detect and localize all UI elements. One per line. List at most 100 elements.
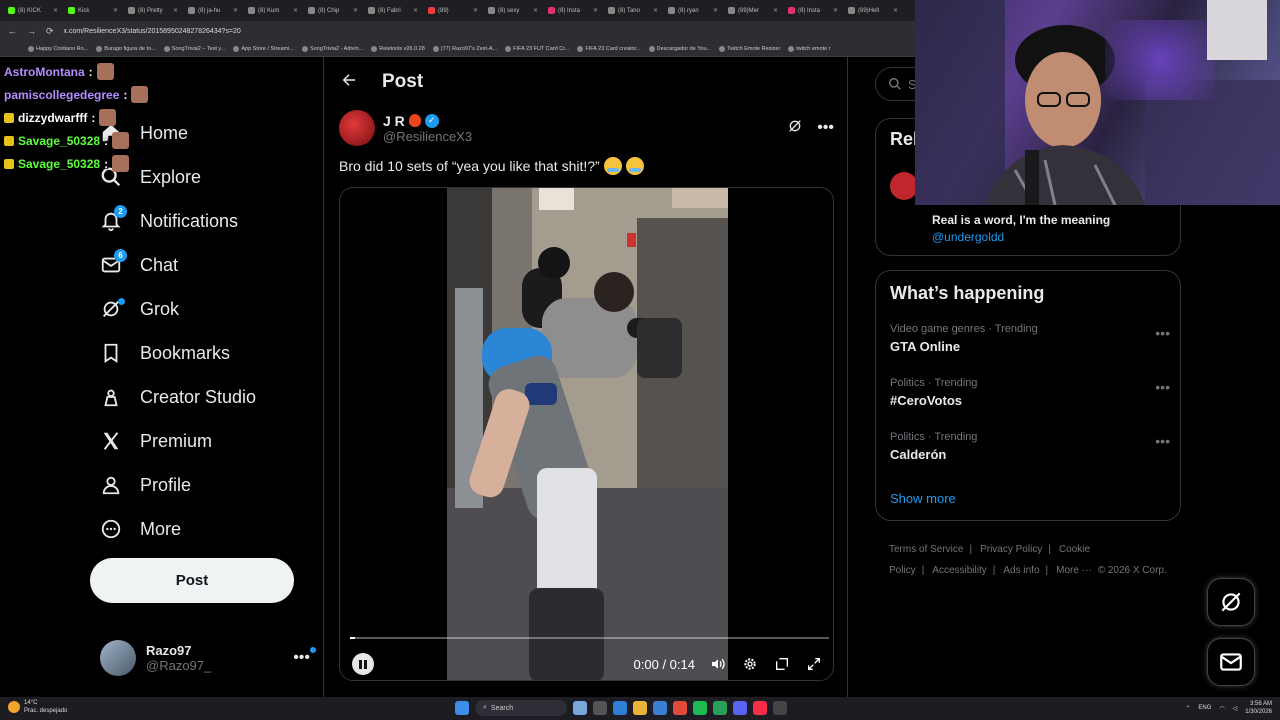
- close-icon[interactable]: ✕: [533, 7, 538, 14]
- weather-widget[interactable]: 14°C Prac. despejado: [8, 699, 67, 715]
- browser-tab[interactable]: (89)Hell ✕: [844, 2, 902, 19]
- more-dots-icon[interactable]: •••: [817, 119, 834, 137]
- bookmark-item[interactable]: Happy Cristiano Ro...: [28, 45, 88, 52]
- trend-item[interactable]: Politics · Trending Calderón •••: [890, 431, 1170, 462]
- video-player[interactable]: 0:00 / 0:14: [339, 187, 834, 681]
- bookmark-item[interactable]: Burago figura de to...: [96, 45, 156, 52]
- close-icon[interactable]: ✕: [893, 7, 898, 14]
- browser-tab[interactable]: (8) ja-hu ✕: [184, 2, 242, 19]
- wifi-icon[interactable]: ◠: [1219, 705, 1224, 712]
- close-icon[interactable]: ✕: [293, 7, 298, 14]
- more-dots-icon[interactable]: •••: [1155, 433, 1170, 449]
- chrome-icon[interactable]: [673, 701, 687, 715]
- spotify-icon[interactable]: [693, 701, 707, 715]
- footer-link[interactable]: Privacy Policy: [980, 544, 1042, 555]
- bookmark-item[interactable]: (77) Razo97's Zest-A...: [432, 45, 497, 52]
- browser-tab[interactable]: (8) KICK ✕: [4, 2, 62, 19]
- back-arrow-icon[interactable]: [340, 71, 358, 94]
- browser-tab[interactable]: (8) Fabri ✕: [364, 2, 422, 19]
- task-view-icon[interactable]: [593, 701, 607, 715]
- sidebar-item-chat[interactable]: 6 Chat: [100, 243, 315, 287]
- sidebar-item-bookmarks[interactable]: Bookmarks: [100, 331, 315, 375]
- picture-in-picture-icon[interactable]: [773, 655, 791, 673]
- browser-tab[interactable]: (89)Mer ✕: [724, 2, 782, 19]
- chevron-up-icon[interactable]: ⌃: [1185, 705, 1190, 712]
- close-icon[interactable]: ✕: [413, 7, 418, 14]
- bookmark-item[interactable]: SongTrivia2 - Adivin...: [301, 45, 363, 52]
- account-switcher[interactable]: Razo97 @Razo97_ •••: [100, 638, 316, 678]
- bookmark-item[interactable]: Twitch Emote Resizer: [719, 45, 780, 52]
- footer-link[interactable]: Terms of Service: [889, 544, 963, 555]
- trend-item[interactable]: Video game genres · Trending GTA Online ••…: [890, 323, 1170, 354]
- browser-tab[interactable]: (8) Pretty ✕: [124, 2, 182, 19]
- more-dots-icon[interactable]: •••: [1155, 379, 1170, 395]
- settings-gear-icon[interactable]: [741, 655, 759, 673]
- bookmark-item[interactable]: App Store / Streami...: [233, 45, 294, 52]
- obs-icon[interactable]: [773, 701, 787, 715]
- bookmark-item[interactable]: Descargador de You...: [648, 45, 711, 52]
- widgets-icon[interactable]: [573, 701, 587, 715]
- grok-fab-button[interactable]: [1207, 578, 1255, 626]
- sidebar-item-creator-studio[interactable]: Creator Studio: [100, 375, 315, 419]
- author-name[interactable]: J R: [383, 113, 405, 129]
- file-explorer-icon[interactable]: [633, 701, 647, 715]
- close-icon[interactable]: ✕: [353, 7, 358, 14]
- more-dots-icon[interactable]: •••: [1155, 325, 1170, 341]
- volume-icon[interactable]: ◁: [1233, 705, 1238, 712]
- close-icon[interactable]: ✕: [653, 7, 658, 14]
- bookmark-item[interactable]: SongTrivia2 – Test y...: [163, 45, 225, 52]
- reload-icon[interactable]: ⟳: [46, 26, 54, 37]
- footer-link[interactable]: Ads info: [1003, 565, 1039, 576]
- fullscreen-icon[interactable]: [805, 655, 823, 673]
- author-handle[interactable]: @ResilienceX3: [383, 129, 472, 144]
- windows-start-icon[interactable]: [455, 701, 469, 715]
- show-more-link[interactable]: Show more: [890, 491, 956, 506]
- bookmark-item[interactable]: FIFA 23 FUT Card Cr...: [505, 45, 569, 52]
- app-icon[interactable]: [713, 701, 727, 715]
- relevant-mention-link[interactable]: @undergoldd: [932, 230, 1004, 244]
- browser-tab[interactable]: (89) ✕: [424, 2, 482, 19]
- browser-tab[interactable]: (8) Tano ✕: [604, 2, 662, 19]
- volume-icon[interactable]: [709, 655, 727, 673]
- pause-button[interactable]: [352, 653, 374, 675]
- browser-tab[interactable]: (8) Chip ✕: [304, 2, 362, 19]
- discord-icon[interactable]: [733, 701, 747, 715]
- sidebar-item-grok[interactable]: Grok: [100, 287, 315, 331]
- taskbar-search[interactable]: ⌕ Search: [475, 700, 567, 716]
- close-icon[interactable]: ✕: [713, 7, 718, 14]
- close-icon[interactable]: ✕: [833, 7, 838, 14]
- close-icon[interactable]: ✕: [593, 7, 598, 14]
- browser-tab[interactable]: (8) Insta ✕: [784, 2, 842, 19]
- sidebar-item-profile[interactable]: Profile: [100, 463, 315, 507]
- trend-item[interactable]: Politics · Trending #CeroVotos •••: [890, 377, 1170, 408]
- sidebar-item-premium[interactable]: Premium: [100, 419, 315, 463]
- footer-link[interactable]: More ···: [1056, 565, 1092, 576]
- messages-fab-button[interactable]: [1207, 638, 1255, 686]
- music-icon[interactable]: [753, 701, 767, 715]
- post-button[interactable]: Post: [90, 558, 294, 603]
- sidebar-item-more[interactable]: More: [100, 507, 315, 551]
- edge-icon[interactable]: [613, 701, 627, 715]
- close-icon[interactable]: ✕: [113, 7, 118, 14]
- browser-tab[interactable]: (8) Insta ✕: [544, 2, 602, 19]
- sidebar-item-notifications[interactable]: 2 Notifications: [100, 199, 315, 243]
- footer-link[interactable]: © 2026 X Corp.: [1098, 565, 1167, 576]
- bookmark-item[interactable]: FIFA 23 Card creator...: [577, 45, 641, 52]
- close-icon[interactable]: ✕: [233, 7, 238, 14]
- close-icon[interactable]: ✕: [773, 7, 778, 14]
- forward-arrow-icon[interactable]: →: [27, 26, 36, 36]
- url-text[interactable]: x.com/ResilienceX3/status/20158950248278…: [64, 28, 241, 35]
- browser-tab[interactable]: (8) ryan ✕: [664, 2, 722, 19]
- bookmark-item[interactable]: Reletools v26.0.28: [371, 45, 425, 52]
- author-avatar[interactable]: [339, 110, 375, 146]
- browser-tab[interactable]: (8) sexy ✕: [484, 2, 542, 19]
- close-icon[interactable]: ✕: [473, 7, 478, 14]
- browser-tab[interactable]: (8) Kum ✕: [244, 2, 302, 19]
- browser-tab[interactable]: Kick ✕: [64, 2, 122, 19]
- language-indicator[interactable]: ENG: [1198, 705, 1211, 711]
- store-icon[interactable]: [653, 701, 667, 715]
- avatar[interactable]: [890, 172, 918, 200]
- footer-link[interactable]: Accessibility: [932, 565, 986, 576]
- close-icon[interactable]: ✕: [173, 7, 178, 14]
- back-arrow-icon[interactable]: ←: [8, 26, 17, 36]
